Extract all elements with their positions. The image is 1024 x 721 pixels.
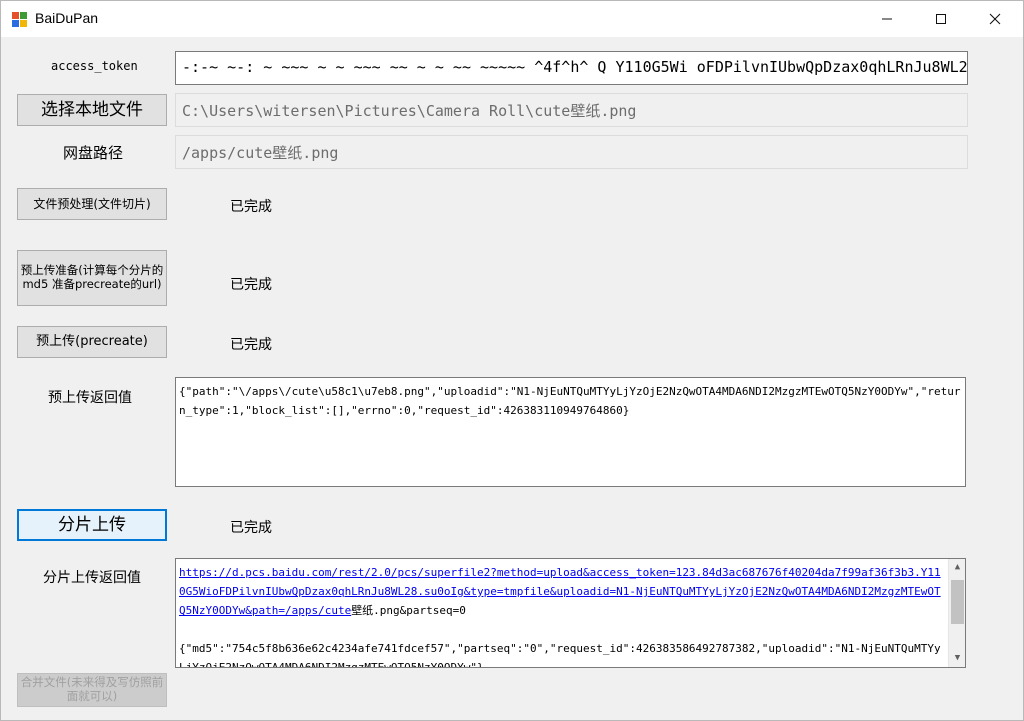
- slice-upload-status: 已完成: [230, 520, 272, 536]
- netdisk-path-field[interactable]: /apps/cute壁纸.png: [175, 135, 968, 169]
- access-token-input[interactable]: -:-~ ~-: ~ ~~~ ~ ~ ~~~ ~~ ~ ~ ~~ ~~~~~ ^…: [175, 51, 968, 85]
- scroll-up-icon[interactable]: ▲: [949, 559, 965, 576]
- preprocess-status: 已完成: [230, 199, 272, 215]
- pre-upload-prep-status: 已完成: [230, 277, 272, 293]
- slice-result-label: 分片上传返回值: [43, 570, 141, 586]
- slice-result-content: https://d.pcs.baidu.com/rest/2.0/pcs/sup…: [179, 563, 943, 668]
- slice-upload-button[interactable]: 分片上传: [17, 509, 167, 541]
- select-local-file-button[interactable]: 选择本地文件: [17, 94, 167, 126]
- merge-file-button[interactable]: 合并文件(未来得及写仿照前面就可以): [17, 673, 167, 707]
- title-bar: BaiDuPan: [1, 1, 1023, 37]
- pre-upload-prep-button[interactable]: 预上传准备(计算每个分片的md5 准备precreate的url): [17, 250, 167, 306]
- precreate-result-label: 预上传返回值: [48, 390, 132, 406]
- upload-url-link[interactable]: https://d.pcs.baidu.com/rest/2.0/pcs/sup…: [179, 566, 941, 617]
- app-icon: [11, 10, 29, 28]
- minimize-button[interactable]: [863, 1, 911, 37]
- maximize-button[interactable]: [917, 1, 965, 37]
- close-icon: [989, 13, 1001, 25]
- slice-result-scrollbar[interactable]: ▲ ▼: [948, 559, 965, 667]
- minimize-icon: [882, 18, 892, 20]
- precreate-button[interactable]: 预上传(precreate): [17, 326, 167, 358]
- maximize-icon: [936, 14, 946, 24]
- slice-result-textarea[interactable]: https://d.pcs.baidu.com/rest/2.0/pcs/sup…: [175, 558, 966, 668]
- local-file-path-field[interactable]: C:\Users\witersen\Pictures\Camera Roll\c…: [175, 93, 968, 127]
- slice-response-text: {"md5":"754c5f8b636e62c4234afe741fdcef57…: [179, 642, 941, 668]
- access-token-label: access_token: [51, 59, 138, 73]
- scroll-thumb[interactable]: [951, 580, 964, 624]
- scroll-down-icon[interactable]: ▼: [949, 650, 965, 667]
- preprocess-button[interactable]: 文件预处理(文件切片): [17, 188, 167, 220]
- precreate-result-textarea[interactable]: {"path":"\/apps\/cute\u58c1\u7eb8.png","…: [175, 377, 966, 487]
- close-button[interactable]: [971, 1, 1019, 37]
- upload-url-tail: 壁纸.png&partseq=0: [351, 604, 466, 617]
- netdisk-path-label: 网盘路径: [63, 144, 124, 162]
- precreate-status: 已完成: [230, 337, 272, 353]
- window-title: BaiDuPan: [35, 10, 99, 26]
- app-window: BaiDuPan access_token -:-~ ~-: ~ ~~~ ~ ~…: [0, 0, 1024, 721]
